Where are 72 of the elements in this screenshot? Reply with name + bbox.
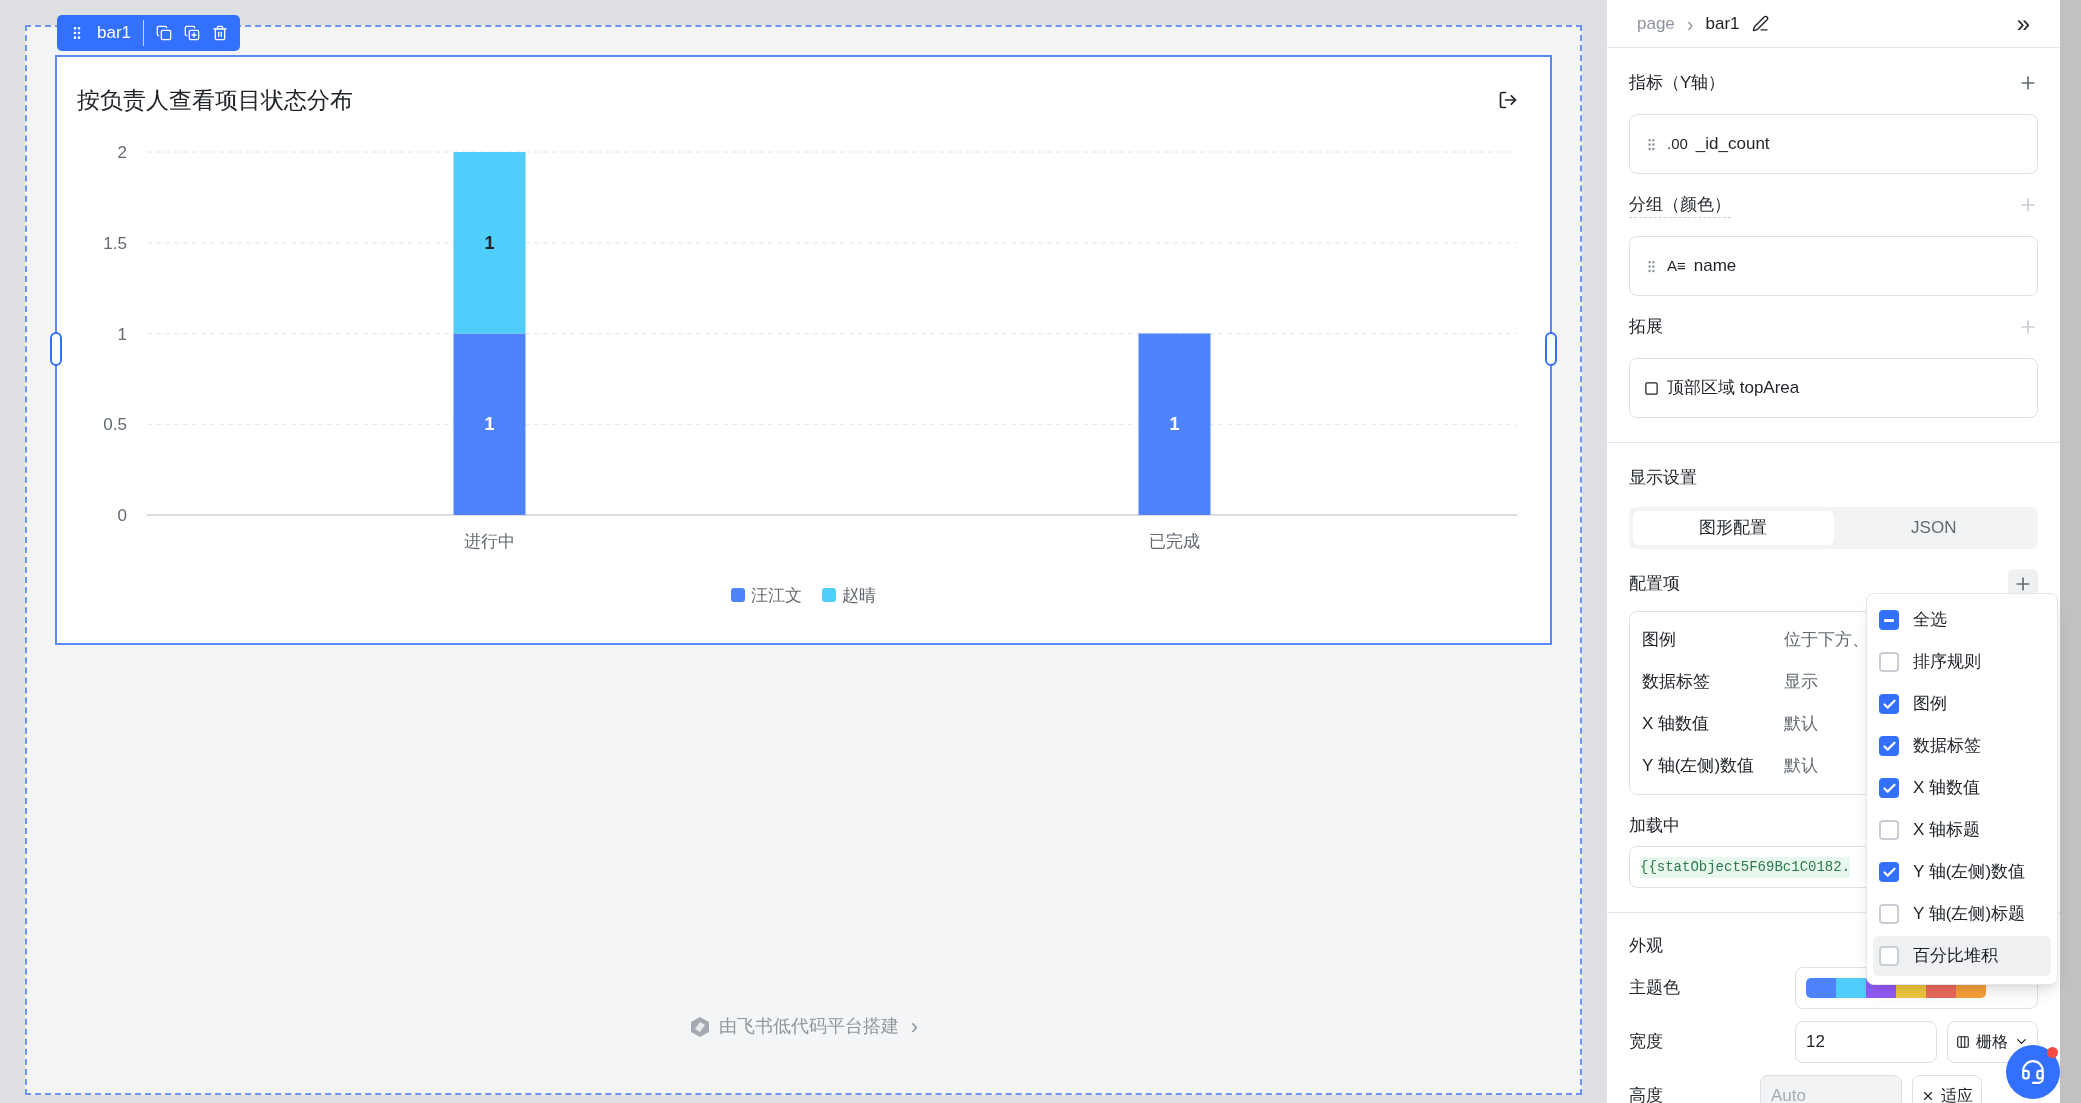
field-label: 主题色 (1629, 976, 1681, 999)
config-label: X 轴数值 (1642, 712, 1711, 735)
segment-tab[interactable]: JSON (1833, 510, 2034, 545)
delete-icon[interactable] (212, 25, 229, 41)
checkbox[interactable] (1879, 652, 1899, 672)
chart-title: 按负责人查看项目状态分布 (77, 86, 353, 115)
section-label: 分组（颜色） (1629, 191, 1731, 219)
type-label: .00 (1667, 133, 1688, 154)
breadcrumb-current: bar1 (1705, 12, 1740, 35)
axis-tick-label: 2 (117, 142, 127, 162)
axis-tick-label: 0 (117, 505, 127, 525)
menu-item[interactable]: Y 轴(左侧)标题 (1873, 894, 2051, 934)
menu-item[interactable]: 百分比堆积 (1873, 936, 2051, 976)
field-label: 高度 (1629, 1084, 1664, 1103)
square-icon (1644, 380, 1659, 396)
config-label: 图例 (1642, 628, 1677, 651)
resize-handle[interactable] (50, 332, 62, 366)
component-name: bar1 (97, 20, 145, 46)
resize-handle[interactable] (1545, 332, 1557, 366)
section-label: 加载中 (1629, 814, 1680, 837)
edit-icon[interactable] (1751, 15, 1769, 32)
config-value: 默认 (1784, 712, 1818, 735)
axis-tick-label: 1 (117, 324, 127, 343)
collapse-button[interactable]: » (2016, 5, 2030, 42)
field-chip[interactable]: .00 _id_count (1629, 114, 2038, 174)
menu-item[interactable]: 全选 (1873, 600, 2051, 640)
legend-label[interactable]: 汪江文 (751, 582, 802, 608)
fit-select[interactable]: 适应 (1912, 1074, 1982, 1103)
section-label: 拓展 (1629, 316, 1663, 339)
segment-tab[interactable]: 图形配置 (1633, 510, 1834, 545)
data-label: 1 (1169, 413, 1180, 434)
field-chip[interactable]: A≡ name (1629, 236, 2038, 296)
section-label: 配置项 (1629, 572, 1680, 595)
field-name: _id_count (1695, 133, 1770, 156)
field-chip[interactable]: 顶部区域 topArea (1629, 358, 2038, 418)
checkbox[interactable] (1879, 610, 1899, 630)
field-name: 顶部区域 topArea (1667, 377, 1800, 400)
field-name: name (1693, 255, 1737, 278)
axis-tick-label: 0.5 (103, 414, 127, 434)
config-value: 显示 (1784, 670, 1818, 693)
duplicate-icon[interactable] (184, 25, 201, 41)
width-input[interactable]: 12 (1795, 1020, 1937, 1063)
section-label: 外观 (1629, 935, 1663, 957)
config-value: 位于下方、 (1784, 628, 1869, 651)
section-label: 显示设置 (1629, 467, 1697, 489)
config-label: 数据标签 (1642, 670, 1711, 693)
copy-icon[interactable] (156, 25, 173, 41)
chevron-icon: › (910, 1010, 919, 1043)
export-icon[interactable] (1498, 90, 1518, 111)
logo-icon (688, 1015, 711, 1038)
data-label: 1 (484, 232, 495, 253)
section-label: 指标（Y轴） (1629, 72, 1726, 95)
type-label: A≡ (1667, 255, 1686, 276)
headset-icon (2020, 1059, 2046, 1085)
columns-icon (1956, 1034, 1970, 1049)
menu-item[interactable]: X 轴数值 (1873, 768, 2051, 808)
field-label: 宽度 (1629, 1030, 1664, 1053)
legend-label[interactable]: 赵晴 (842, 582, 876, 608)
menu-item[interactable]: 图例 (1873, 684, 2051, 724)
checkbox[interactable] (1879, 946, 1899, 966)
help-button[interactable] (2006, 1045, 2060, 1099)
menu-item[interactable]: 排序规则 (1873, 642, 2051, 682)
config-value: 默认 (1784, 754, 1818, 777)
menu-item[interactable]: 数据标签 (1873, 726, 2051, 766)
data-label: 1 (484, 413, 495, 434)
breadcrumb-separator: › (1686, 11, 1694, 37)
axis-tick-label: 1.5 (103, 233, 127, 253)
checkbox[interactable] (1879, 904, 1899, 924)
category-label: 进行中 (464, 531, 515, 551)
config-label: Y 轴(左侧)数值 (1642, 754, 1756, 777)
category-label: 已完成 (1149, 531, 1200, 551)
checkbox[interactable] (1879, 820, 1899, 840)
